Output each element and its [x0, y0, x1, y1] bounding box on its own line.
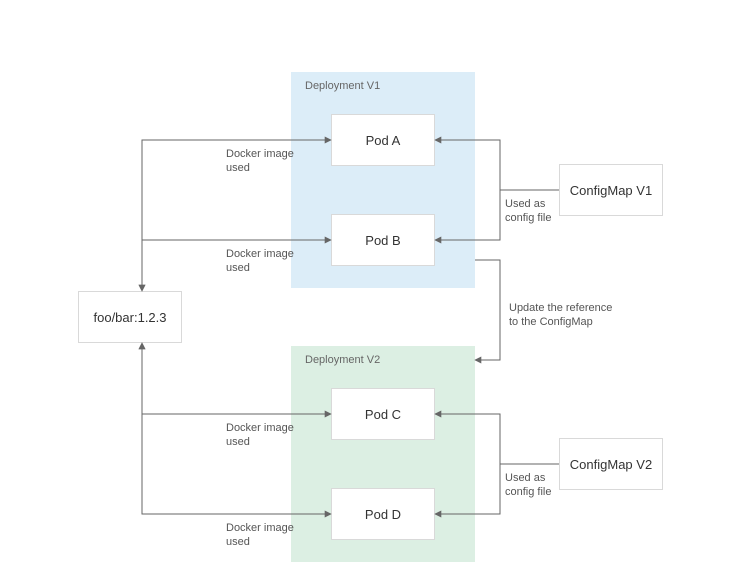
diagram-canvas: Deployment V1 Deployment V2 foo/bar:1.2.…: [0, 0, 736, 580]
edge-label-docker-a: Docker imageused: [226, 148, 294, 176]
docker-image-label: foo/bar:1.2.3: [94, 310, 167, 325]
pod-c-box: Pod C: [331, 388, 435, 440]
configmap-v2-box: ConfigMap V2: [559, 438, 663, 490]
docker-image-box: foo/bar:1.2.3: [78, 291, 182, 343]
configmap-v1-box: ConfigMap V1: [559, 164, 663, 216]
edge-label-docker-d: Docker imageused: [226, 522, 294, 550]
pod-c-label: Pod C: [365, 407, 401, 422]
edge-label-docker-c: Docker imageused: [226, 422, 294, 450]
edge-label-config-v2: Used asconfig file: [505, 472, 551, 500]
pod-a-box: Pod A: [331, 114, 435, 166]
pod-b-box: Pod B: [331, 214, 435, 266]
deployment-v2-title: Deployment V2: [305, 354, 380, 366]
edge-label-config-v1: Used asconfig file: [505, 198, 551, 226]
edge-label-update-ref: Update the referenceto the ConfigMap: [509, 302, 612, 330]
configmap-v2-label: ConfigMap V2: [570, 457, 652, 472]
configmap-v1-label: ConfigMap V1: [570, 183, 652, 198]
pod-a-label: Pod A: [366, 133, 401, 148]
pod-d-label: Pod D: [365, 507, 401, 522]
edge-label-docker-b: Docker imageused: [226, 248, 294, 276]
pod-b-label: Pod B: [365, 233, 400, 248]
pod-d-box: Pod D: [331, 488, 435, 540]
deployment-v1-title: Deployment V1: [305, 80, 380, 92]
